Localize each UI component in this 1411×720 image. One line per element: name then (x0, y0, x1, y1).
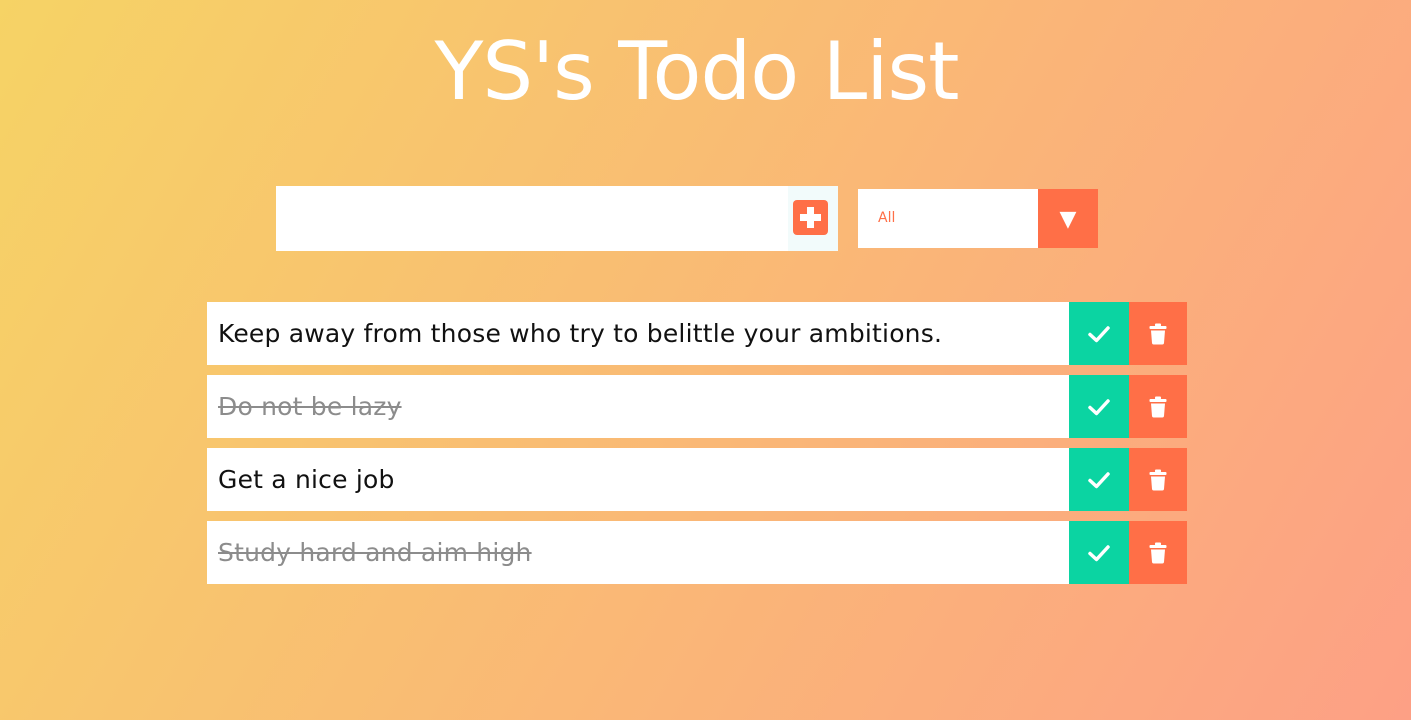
complete-button[interactable] (1069, 448, 1129, 511)
filter-selected-value: All (878, 210, 896, 226)
check-icon (1088, 544, 1110, 561)
check-icon (1088, 325, 1110, 342)
todo-item: Do not be lazy (207, 375, 1187, 438)
page-title: YS's Todo List (434, 25, 960, 118)
todo-text: Get a nice job (218, 465, 395, 494)
plus-square-icon (793, 200, 828, 235)
check-icon (1088, 471, 1110, 488)
complete-button[interactable] (1069, 375, 1129, 438)
trash-icon (1149, 323, 1167, 344)
todo-item: Keep away from those who try to belittle… (207, 302, 1187, 365)
todo-text: Study hard and aim high (218, 538, 532, 567)
delete-button[interactable] (1129, 448, 1187, 511)
complete-button[interactable] (1069, 521, 1129, 584)
todo-text: Do not be lazy (218, 392, 402, 421)
trash-icon (1149, 396, 1167, 417)
delete-button[interactable] (1129, 521, 1187, 584)
delete-button[interactable] (1129, 302, 1187, 365)
todo-list: Keep away from those who try to belittle… (207, 302, 1187, 594)
chevron-down-icon[interactable]: ▼ (1038, 189, 1098, 248)
trash-icon (1149, 542, 1167, 563)
todo-form (276, 186, 838, 251)
todo-item: Get a nice job (207, 448, 1187, 511)
delete-button[interactable] (1129, 375, 1187, 438)
filter-select[interactable]: All ▼ (858, 189, 1098, 248)
add-todo-button[interactable] (788, 186, 838, 251)
complete-button[interactable] (1069, 302, 1129, 365)
todo-item: Study hard and aim high (207, 521, 1187, 584)
todo-input[interactable] (276, 186, 788, 251)
todo-text: Keep away from those who try to belittle… (218, 319, 943, 348)
check-icon (1088, 398, 1110, 415)
trash-icon (1149, 469, 1167, 490)
